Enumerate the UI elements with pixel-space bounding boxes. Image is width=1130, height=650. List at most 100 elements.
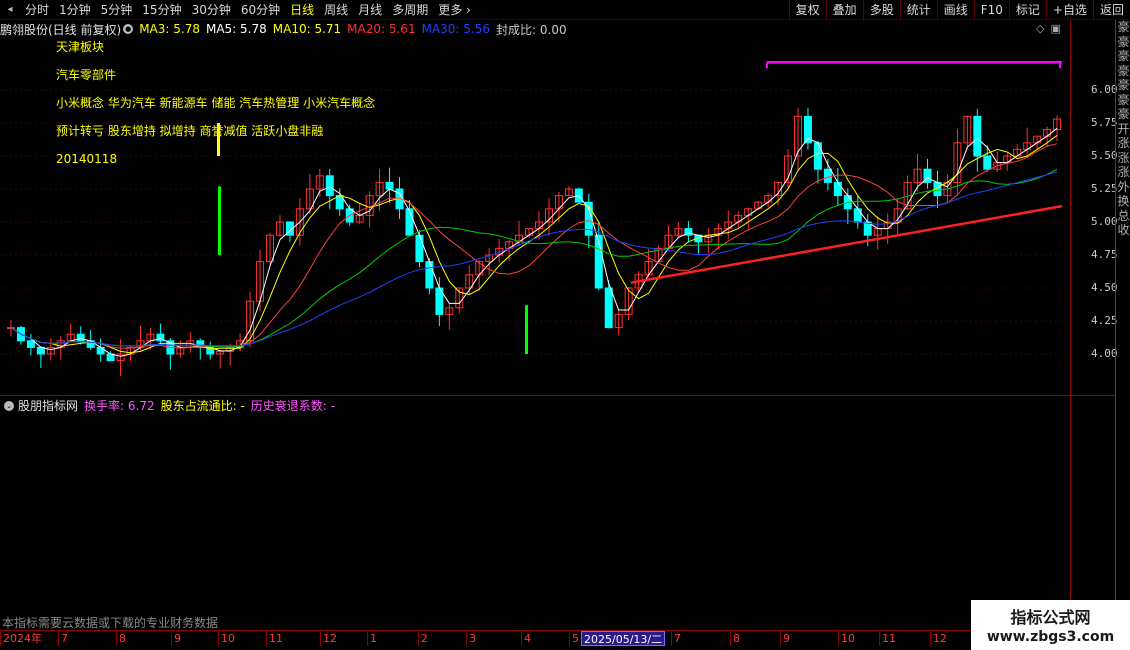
toolbar-button[interactable]: 标记 <box>1008 0 1046 20</box>
window-controls: ◇ ▣ <box>1036 22 1061 35</box>
date-label: 7 <box>671 632 681 646</box>
concept-label: 天津板块 <box>56 40 105 54</box>
restore-icon[interactable]: ▣ <box>1050 22 1060 35</box>
panel-glyph: 涨 <box>1117 150 1130 165</box>
panel-glyph: 豪 <box>1117 107 1130 121</box>
date-label: 12 <box>930 632 947 646</box>
toolbar-button[interactable]: 返回 <box>1092 0 1130 20</box>
indicator-collapse-icon[interactable]: ⌄ <box>4 400 14 411</box>
menu-collapse-icon[interactable]: ◂ <box>0 0 20 20</box>
candle-body <box>853 208 862 223</box>
candle-body <box>405 208 414 236</box>
period-tabs: 分时 1分钟 5分钟 15分钟 30分钟 60分钟 日线 周线 月线 多周期 更多 › <box>20 0 476 20</box>
support-line <box>630 204 1063 284</box>
date-label: 10 <box>838 632 855 646</box>
price-tick: 5.25 <box>1091 182 1118 195</box>
ma3-label: MA3: 5.78 <box>139 22 200 36</box>
ma5-label: MA5: 5.78 <box>205 22 267 36</box>
date-label: 11 <box>879 632 896 646</box>
toolbar-button[interactable]: 画线 <box>936 0 974 20</box>
date-label: 4 <box>521 632 531 646</box>
toolbar-button[interactable]: F10 <box>973 0 1009 20</box>
candle-body <box>833 181 842 197</box>
concept-label: 20140118 <box>56 152 118 166</box>
date-label: 8 <box>116 632 126 646</box>
date-cursor-label: 2025/05/13/二 <box>581 631 666 646</box>
panel-glyph: 涨 <box>1117 136 1130 150</box>
panel-glyph: 豪 <box>1117 34 1130 49</box>
concept-label: 预计转亏 股东增持 拟增持 商誉减值 活跃小盘非融 <box>56 124 324 138</box>
panel-glyph: 开 <box>1117 121 1130 136</box>
indicator-name[interactable]: 股朋指标网 <box>18 397 78 414</box>
candle-body <box>604 287 613 329</box>
signal-bar <box>218 186 221 255</box>
price-tick: 4.25 <box>1091 314 1118 327</box>
candle-body <box>983 155 992 170</box>
toolbar-button[interactable]: +自选 <box>1045 0 1093 20</box>
panel-glyph: 收 <box>1117 223 1130 237</box>
period-tab[interactable]: 周线 <box>319 0 353 20</box>
period-tab[interactable]: 1分钟 <box>54 0 96 20</box>
toolbar-button[interactable]: 统计 <box>899 0 937 20</box>
toolbar-right-buttons: 复权 叠加 多股 统计 画线 F10 标记 +自选 返回 <box>788 0 1130 20</box>
concept-label: 小米概念 华为汽车 新能源车 储能 汽车热管理 小米汽车概念 <box>56 96 376 110</box>
watermark-title: 指标公式网 <box>1010 608 1091 627</box>
period-tab[interactable]: 15分钟 <box>137 0 186 20</box>
ma20-label: MA20: 5.61 <box>347 22 416 36</box>
candle-body <box>425 261 434 289</box>
indicator-header: ⌄ 股朋指标网 换手率: 6.72 股东占流通比: - 历史衰退系数: - <box>0 398 335 413</box>
date-label: 8 <box>730 632 740 646</box>
toolbar-button[interactable]: 叠加 <box>825 0 863 20</box>
candle-body <box>385 181 394 190</box>
date-label: 9 <box>780 632 790 646</box>
date-label: 12 <box>320 632 337 646</box>
candle-body <box>26 340 35 348</box>
period-tab[interactable]: 更多 › <box>433 0 476 20</box>
price-tick: 5.75 <box>1091 116 1118 129</box>
period-toolbar: ◂ 分时 1分钟 5分钟 15分钟 30分钟 60分钟 日线 周线 月线 多周期 更多 › 复权 叠加… <box>0 0 1130 20</box>
ma20-line <box>10 168 1058 348</box>
period-tab[interactable]: 日线 <box>285 0 319 20</box>
turnover-value: 换手率: 6.72 <box>84 399 155 413</box>
period-tab[interactable]: 月线 <box>353 0 387 20</box>
panel-glyph: 豪 <box>1117 49 1130 63</box>
ma30-label: MA30: 5.56 <box>421 22 491 36</box>
right-info-panel[interactable]: 豪豪豪豪豪豪豪开涨涨涨外换总收 <box>1115 20 1130 630</box>
panel-glyph: 豪 <box>1117 92 1130 107</box>
date-label: 2 <box>418 632 428 646</box>
period-tab[interactable]: 多周期 <box>387 0 433 20</box>
panel-glyph: 豪 <box>1117 78 1130 92</box>
period-tab[interactable]: 5分钟 <box>96 0 138 20</box>
ma-settings-icon[interactable]: ● <box>123 24 134 34</box>
panel-glyph: 涨 <box>1117 165 1130 179</box>
candle-body <box>415 234 424 263</box>
price-tick: 5.50 <box>1091 149 1118 162</box>
watermark: 指标公式网 www.zbgs3.com <box>971 600 1130 650</box>
period-tab[interactable]: 60分钟 <box>236 0 285 20</box>
ma10-label: MA10: 5.71 <box>272 22 342 36</box>
price-tick: 6.00 <box>1091 83 1118 96</box>
date-label: 10 <box>218 632 235 646</box>
ma-info-line: 鹏翎股份(日线 前复权) ● MA3: 5.78 MA5: 5.78 MA10:… <box>0 21 573 37</box>
watermark-url: www.zbgs3.com <box>986 629 1115 645</box>
period-tab[interactable]: 30分钟 <box>187 0 236 20</box>
candle-body <box>823 168 832 183</box>
date-label: 5 <box>569 632 579 646</box>
history-value: 历史衰退系数: - <box>250 399 335 413</box>
candle-body <box>813 142 822 170</box>
diamond-icon[interactable]: ◇ <box>1036 22 1044 35</box>
candle-body <box>973 115 982 157</box>
date-axis: 2025/05/13/二 2024年 7 8 9 10 11 12 1 2 3 4 5 7 8 9 10 11 1… <box>0 630 1070 650</box>
panel-glyph: 豪 <box>1117 63 1130 78</box>
toolbar-button[interactable]: 复权 <box>788 0 826 20</box>
stock-title[interactable]: 鹏翎股份(日线 前复权) <box>0 21 121 38</box>
concept-label: 汽车零部件 <box>56 68 117 82</box>
panel-glyph: 豪 <box>1117 20 1130 34</box>
date-label: 7 <box>58 632 68 646</box>
date-label: 3 <box>466 632 476 646</box>
signal-bar <box>525 305 528 354</box>
period-tab[interactable]: 分时 <box>20 0 54 20</box>
candle-body <box>96 346 105 355</box>
toolbar-button[interactable]: 多股 <box>862 0 900 20</box>
price-tick: 4.50 <box>1091 281 1118 294</box>
